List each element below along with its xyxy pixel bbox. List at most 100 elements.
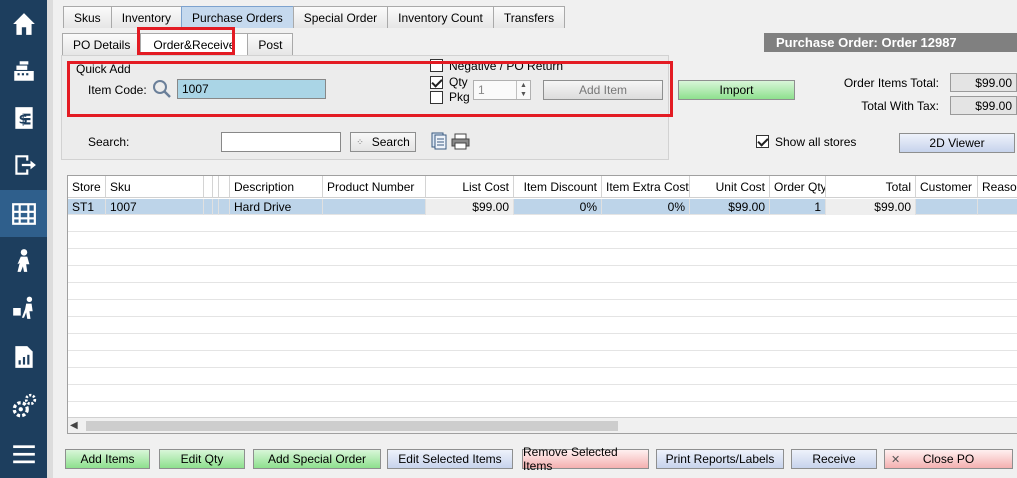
settings-gears-icon: [12, 393, 36, 417]
show-all-stores-checkbox[interactable]: [756, 135, 769, 148]
customer-walk-icon: [17, 248, 29, 272]
copy-document-icon[interactable]: [431, 132, 447, 150]
empty-row: [68, 386, 1017, 402]
nav-menu[interactable]: [0, 430, 47, 477]
grid-header: Store Sku Description Product Number Lis…: [68, 176, 1017, 198]
remove-selected-items-button[interactable]: Remove Selected Items: [522, 445, 649, 473]
cell-item-discount: 0%: [514, 199, 602, 215]
order-items-total-value: $99.00: [950, 73, 1017, 92]
import-button[interactable]: Import: [678, 80, 795, 100]
cell-item-extra-costs: 0%: [602, 199, 690, 215]
empty-row: [68, 250, 1017, 266]
cell-order-qty: 1: [770, 199, 826, 215]
scrollbar-thumb[interactable]: [86, 421, 618, 431]
close-po-label: Close PO: [922, 452, 975, 466]
nav-delivery[interactable]: [0, 284, 47, 331]
empty-row: [68, 284, 1017, 300]
bottom-toolbar: Add Items Edit Qty Add Special Order Edi…: [53, 445, 1017, 478]
main-tabs: Skus Inventory Purchase Orders Special O…: [63, 6, 566, 28]
nav-home[interactable]: [0, 0, 47, 47]
total-with-tax-label: Total With Tax:: [861, 99, 939, 113]
empty-row: [68, 318, 1017, 334]
tab-po-details[interactable]: PO Details: [62, 33, 142, 55]
tab-inventory[interactable]: Inventory: [110, 6, 183, 28]
inventory-shelf-icon: [11, 202, 36, 225]
col-item-extra-costs[interactable]: Item Extra Costs: [602, 176, 690, 198]
cell-list-cost: $99.00: [426, 199, 514, 215]
col-sku[interactable]: Sku: [106, 176, 204, 198]
close-po-button[interactable]: ✕ Close PO: [884, 449, 1013, 469]
cell-customer: [916, 199, 978, 215]
tab-skus[interactable]: Skus: [63, 6, 112, 28]
cell-blank-3: [216, 199, 230, 215]
tab-post[interactable]: Post: [247, 33, 294, 55]
cell-unit-cost: $99.00: [690, 199, 770, 215]
receipt-icon: $: [14, 106, 33, 129]
horizontal-scrollbar[interactable]: ◀: [68, 417, 1017, 433]
edit-qty-button[interactable]: Edit Qty: [159, 449, 245, 469]
cash-register-icon: [13, 60, 34, 81]
nav-logout[interactable]: [0, 141, 47, 188]
menu-icon: [12, 444, 35, 463]
logout-icon: [14, 154, 36, 175]
tab-inventory-count[interactable]: Inventory Count: [387, 6, 494, 28]
tab-purchase-orders[interactable]: Purchase Orders: [181, 6, 294, 28]
search-button-label: Search: [371, 135, 410, 149]
col-order-qty[interactable]: Order Qty: [770, 176, 826, 198]
cell-reason: [978, 199, 1017, 215]
empty-row: [68, 233, 1017, 249]
col-reason[interactable]: Reason: [978, 176, 1017, 198]
empty-row: [68, 301, 1017, 317]
sub-tab-highlight: [137, 27, 235, 55]
col-description[interactable]: Description: [230, 176, 323, 198]
receive-button[interactable]: Receive: [791, 449, 877, 469]
total-with-tax-value: $99.00: [950, 96, 1017, 115]
po-items-grid: Store Sku Description Product Number Lis…: [67, 175, 1017, 434]
delivery-dolly-icon: [12, 296, 33, 319]
edit-selected-items-button[interactable]: Edit Selected Items: [387, 449, 513, 469]
col-product-number[interactable]: Product Number: [323, 176, 426, 198]
home-icon: [12, 12, 35, 35]
main-content: Skus Inventory Purchase Orders Special O…: [47, 0, 1017, 478]
empty-row: [68, 267, 1017, 283]
cell-store: ST1: [68, 199, 106, 215]
report-icon: [14, 345, 33, 368]
cell-total: $99.00: [826, 199, 916, 215]
col-list-cost[interactable]: List Cost: [426, 176, 514, 198]
cell-description: Hard Drive: [230, 199, 323, 215]
order-items-total-label: Order Items Total:: [843, 76, 939, 90]
col-store[interactable]: Store: [68, 176, 106, 198]
nav-register[interactable]: [0, 47, 47, 94]
add-special-order-button[interactable]: Add Special Order: [253, 449, 381, 469]
show-all-stores-label: Show all stores: [775, 135, 857, 149]
empty-row: [68, 216, 1017, 232]
col-unit-cost[interactable]: Unit Cost: [690, 176, 770, 198]
table-row[interactable]: ST1 1007 Hard Drive $99.00 0% 0% $99.00 …: [68, 199, 1017, 215]
tab-transfers[interactable]: Transfers: [492, 6, 566, 28]
cell-product-number: [323, 199, 426, 215]
col-blank-3[interactable]: [216, 176, 230, 198]
col-total[interactable]: Total: [826, 176, 916, 198]
search-label: Search:: [88, 135, 130, 149]
nav-receipt[interactable]: $: [0, 94, 47, 141]
empty-row: [68, 335, 1017, 351]
nav-reports[interactable]: [0, 333, 47, 380]
tab-special-order[interactable]: Special Order: [292, 6, 389, 28]
empty-row: [68, 369, 1017, 385]
nav-settings[interactable]: [0, 382, 47, 429]
search-button[interactable]: ⁘ Search: [350, 132, 416, 152]
print-reports-labels-button[interactable]: Print Reports/Labels: [656, 449, 784, 469]
search-input[interactable]: [221, 132, 341, 152]
2d-viewer-button[interactable]: 2D Viewer: [899, 133, 1015, 153]
close-x-icon: ✕: [891, 453, 901, 466]
scroll-left-icon[interactable]: ◀: [70, 420, 78, 431]
nav-inventory[interactable]: [0, 190, 47, 237]
spinner-dots-icon: ⁘: [356, 136, 364, 147]
printer-icon[interactable]: [451, 133, 470, 150]
col-item-discount[interactable]: Item Discount: [514, 176, 602, 198]
po-header-title: Purchase Order: Order 12987: [764, 33, 1017, 52]
nav-customers[interactable]: [0, 237, 47, 284]
add-items-button[interactable]: Add Items: [65, 449, 150, 469]
col-customer[interactable]: Customer: [916, 176, 978, 198]
sidebar: $: [0, 0, 47, 478]
